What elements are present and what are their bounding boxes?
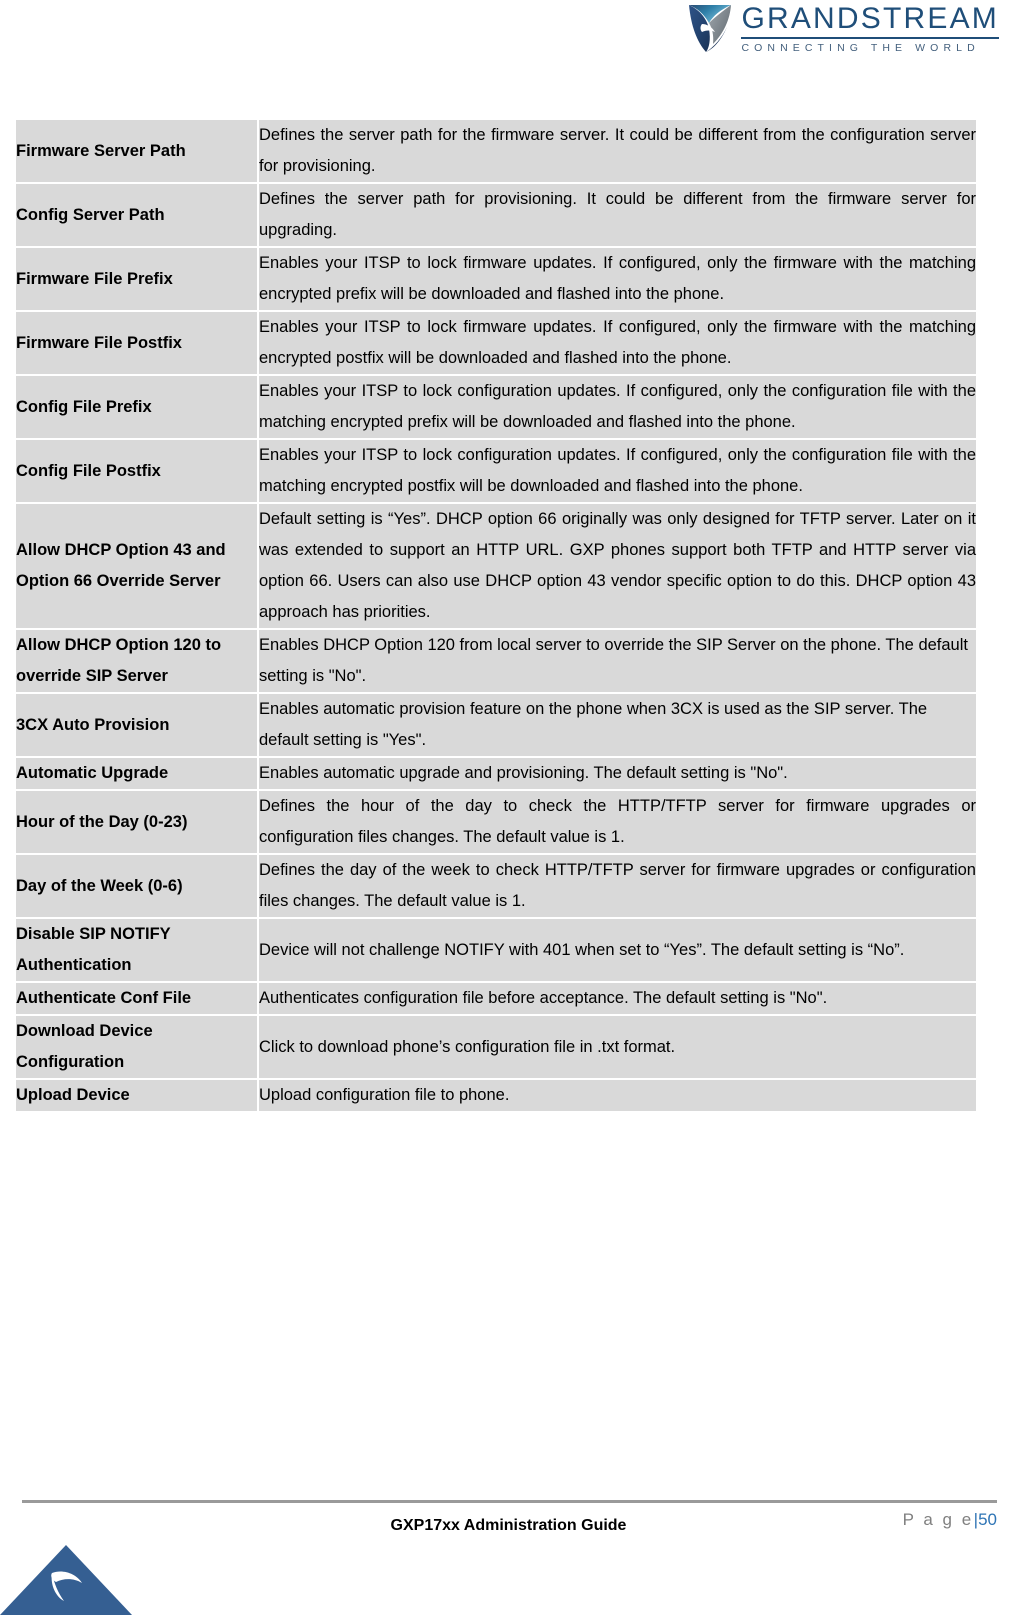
table-row: Day of the Week (0-6) Defines the day of… xyxy=(16,855,976,917)
brand-tagline: CONNECTING THE WORLD xyxy=(741,41,980,54)
table-row: Firmware File Postfix Enables your ITSP … xyxy=(16,312,976,374)
setting-description: Enables automatic provision feature on t… xyxy=(259,694,976,756)
setting-name: Download Device Configuration xyxy=(16,1016,257,1078)
setting-description: Defines the server path for the firmware… xyxy=(259,120,976,182)
setting-description: Default setting is “Yes”. DHCP option 66… xyxy=(259,504,976,628)
grandstream-swoosh-icon xyxy=(689,5,732,52)
table-row: Config File Prefix Enables your ITSP to … xyxy=(16,376,976,438)
setting-name: Firmware File Postfix xyxy=(16,312,257,374)
brand-name: GRANDSTREAM xyxy=(741,2,999,35)
table-row: Automatic Upgrade Enables automatic upgr… xyxy=(16,758,976,789)
setting-description: Device will not challenge NOTIFY with 40… xyxy=(259,919,976,981)
setting-name: Config File Prefix xyxy=(16,376,257,438)
page-number: 50 xyxy=(978,1510,997,1529)
page-footer: GXP17xx Administration Guide P a g e|50 xyxy=(0,1470,1017,1615)
table-body: Firmware Server Path Defines the server … xyxy=(16,120,976,1111)
setting-name: Disable SIP NOTIFY Authentication xyxy=(16,919,257,981)
grandstream-triangle-badge-icon xyxy=(0,1545,132,1615)
setting-description: Defines the server path for provisioning… xyxy=(259,184,976,246)
setting-name: Config File Postfix xyxy=(16,440,257,502)
table-row: Upload Device Upload configuration file … xyxy=(16,1080,976,1111)
setting-description: Upload configuration file to phone. xyxy=(259,1080,976,1111)
table-row: 3CX Auto Provision Enables automatic pro… xyxy=(16,694,976,756)
setting-description: Authenticates configuration file before … xyxy=(259,983,976,1014)
setting-description: Enables your ITSP to lock configuration … xyxy=(259,376,976,438)
page-label: P a g e xyxy=(902,1510,974,1529)
setting-name: Hour of the Day (0-23) xyxy=(16,791,257,853)
page-header: GRANDSTREAM CONNECTING THE WORLD xyxy=(0,0,1017,78)
table-row: Config Server Path Defines the server pa… xyxy=(16,184,976,246)
setting-name: Upload Device xyxy=(16,1080,257,1111)
setting-name: Authenticate Conf File xyxy=(16,983,257,1014)
table-row: Hour of the Day (0-23) Defines the hour … xyxy=(16,791,976,853)
table-row: Firmware Server Path Defines the server … xyxy=(16,120,976,182)
setting-description: Defines the hour of the day to check the… xyxy=(259,791,976,853)
setting-description: Click to download phone’s configuration … xyxy=(259,1016,976,1078)
setting-name: Allow DHCP Option 43 and Option 66 Overr… xyxy=(16,504,257,628)
setting-description: Enables your ITSP to lock firmware updat… xyxy=(259,248,976,310)
table-row: Firmware File Prefix Enables your ITSP t… xyxy=(16,248,976,310)
document-title: GXP17xx Administration Guide xyxy=(390,1517,627,1534)
table-row: Download Device Configuration Click to d… xyxy=(16,1016,976,1078)
setting-name: Automatic Upgrade xyxy=(16,758,257,789)
setting-name: 3CX Auto Provision xyxy=(16,694,257,756)
setting-name: Day of the Week (0-6) xyxy=(16,855,257,917)
table-row: Allow DHCP Option 43 and Option 66 Overr… xyxy=(16,504,976,628)
grandstream-logo: GRANDSTREAM CONNECTING THE WORLD xyxy=(687,2,999,54)
setting-description: Enables DHCP Option 120 from local serve… xyxy=(259,630,976,692)
setting-name: Firmware Server Path xyxy=(16,120,257,182)
brand-divider xyxy=(741,37,999,39)
setting-name: Config Server Path xyxy=(16,184,257,246)
setting-description: Defines the day of the week to check HTT… xyxy=(259,855,976,917)
setting-name: Allow DHCP Option 120 to override SIP Se… xyxy=(16,630,257,692)
setting-description: Enables automatic upgrade and provisioni… xyxy=(259,758,976,789)
provisioning-settings-table: Firmware Server Path Defines the server … xyxy=(14,118,978,1113)
table-row: Config File Postfix Enables your ITSP to… xyxy=(16,440,976,502)
grandstream-wordmark: GRANDSTREAM CONNECTING THE WORLD xyxy=(741,2,999,53)
table-row: Allow DHCP Option 120 to override SIP Se… xyxy=(16,630,976,692)
setting-description: Enables your ITSP to lock configuration … xyxy=(259,440,976,502)
table-row: Disable SIP NOTIFY Authentication Device… xyxy=(16,919,976,981)
setting-name: Firmware File Prefix xyxy=(16,248,257,310)
setting-description: Enables your ITSP to lock firmware updat… xyxy=(259,312,976,374)
footer-divider xyxy=(22,1500,997,1503)
table-row: Authenticate Conf File Authenticates con… xyxy=(16,983,976,1014)
page-number-block: P a g e|50 xyxy=(903,1510,997,1530)
